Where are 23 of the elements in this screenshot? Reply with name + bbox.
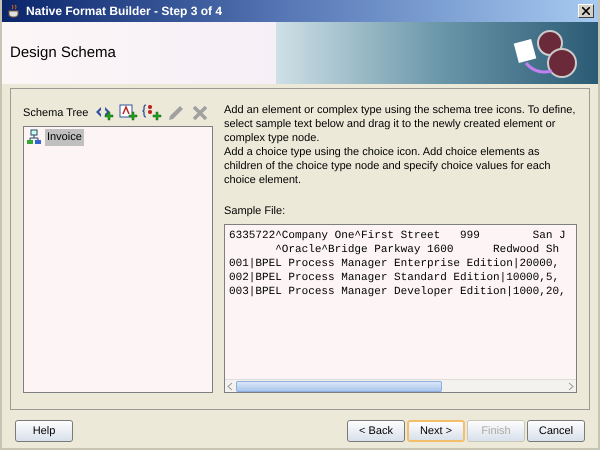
dialog-button[interactable]: < Back (347, 420, 405, 442)
dialog-button[interactable]: Next > (407, 420, 465, 442)
sample-line: 001|BPEL Process Manager Enterprise Edition|20000, (229, 256, 560, 270)
instruction-text: Add an element or complex type using the schema tree icons. To define, select sample text below and drag it to the newly created element or complex type node. (224, 103, 576, 145)
close-icon (582, 7, 590, 15)
hierarchy-icon (26, 129, 42, 146)
close-button[interactable] (578, 4, 594, 18)
sample-line: ^Oracle^Bridge Parkway 1600 Redwood Sh (274, 242, 560, 256)
schema-tree-label: Schema Tree (23, 106, 88, 121)
dialog-button[interactable]: Help (15, 420, 73, 442)
page-title: Design Schema (10, 42, 116, 63)
dialog-button[interactable]: Cancel (527, 420, 585, 442)
window-title: Native Format Builder - Step 3 of 4 (26, 3, 224, 20)
instruction-text: Add a choice type using the choice icon. Add choice elements as children of the choice type node and specify choice values for each choice element. (224, 145, 552, 187)
horizontal-scrollbar[interactable] (225, 379, 576, 392)
choice-add-icon[interactable] (142, 103, 162, 123)
tree-node[interactable]: Invoice (45, 129, 84, 146)
type-add-icon[interactable] (118, 103, 138, 123)
scroll-thumb[interactable] (236, 380, 442, 392)
sample-line: 002|BPEL Process Manager Standard Edition|10000,5, (229, 270, 560, 284)
sample-line: 6335722^Company One^First Street 999 San J (229, 228, 566, 242)
sample-file-label: Sample File: (224, 204, 286, 219)
sample-line: 003|BPEL Process Manager Developer Edition|1000,20, (229, 284, 566, 298)
